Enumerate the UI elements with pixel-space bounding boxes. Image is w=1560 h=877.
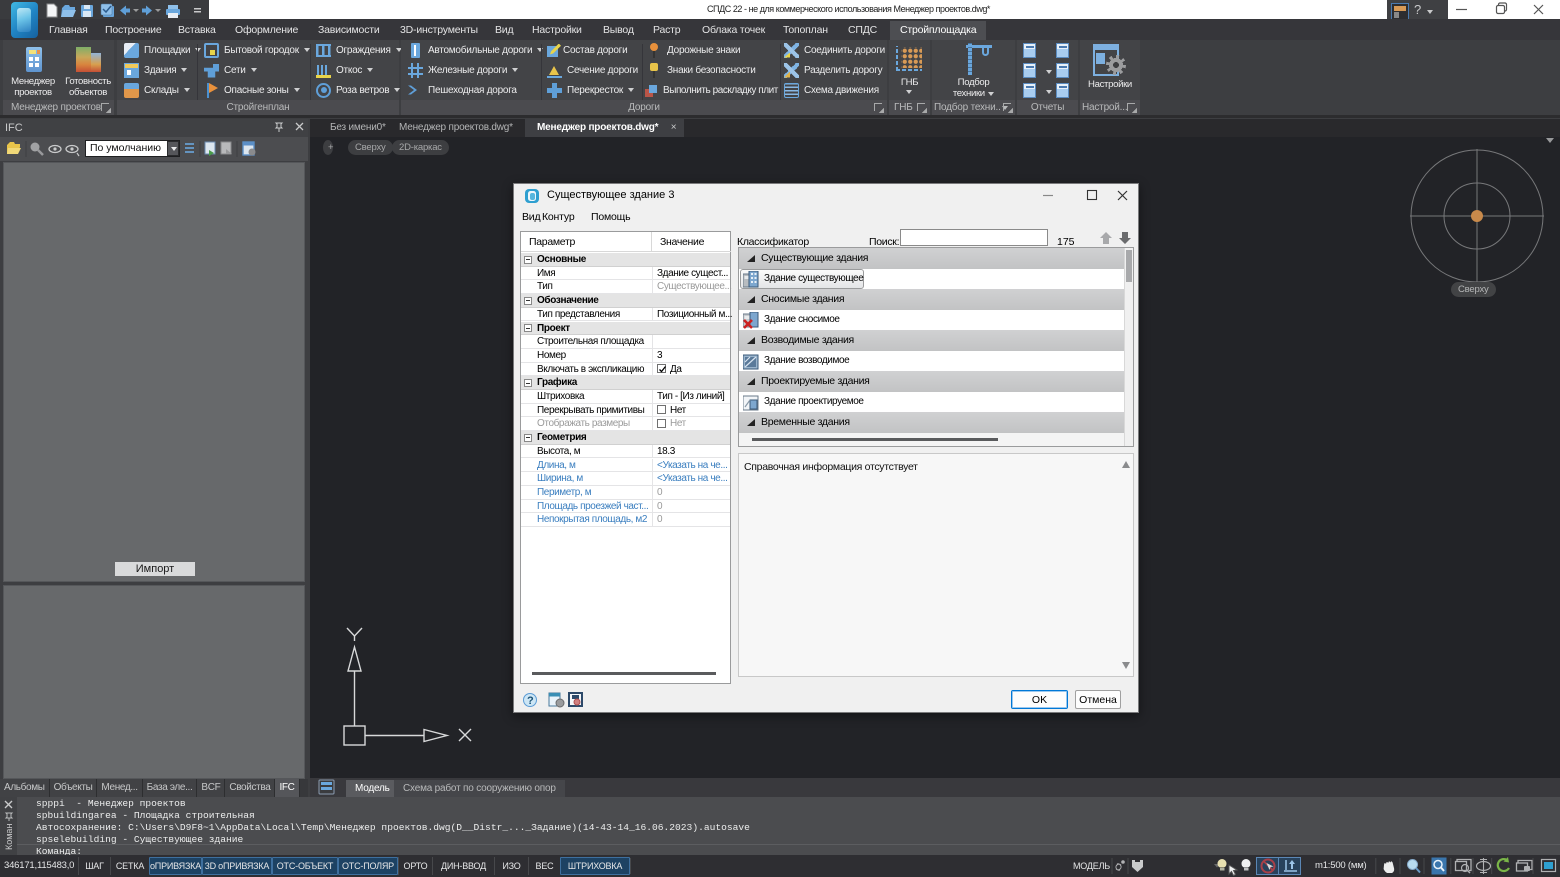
svg-text:?: ? (527, 695, 534, 707)
svg-text:Коман: Коман (4, 824, 14, 850)
